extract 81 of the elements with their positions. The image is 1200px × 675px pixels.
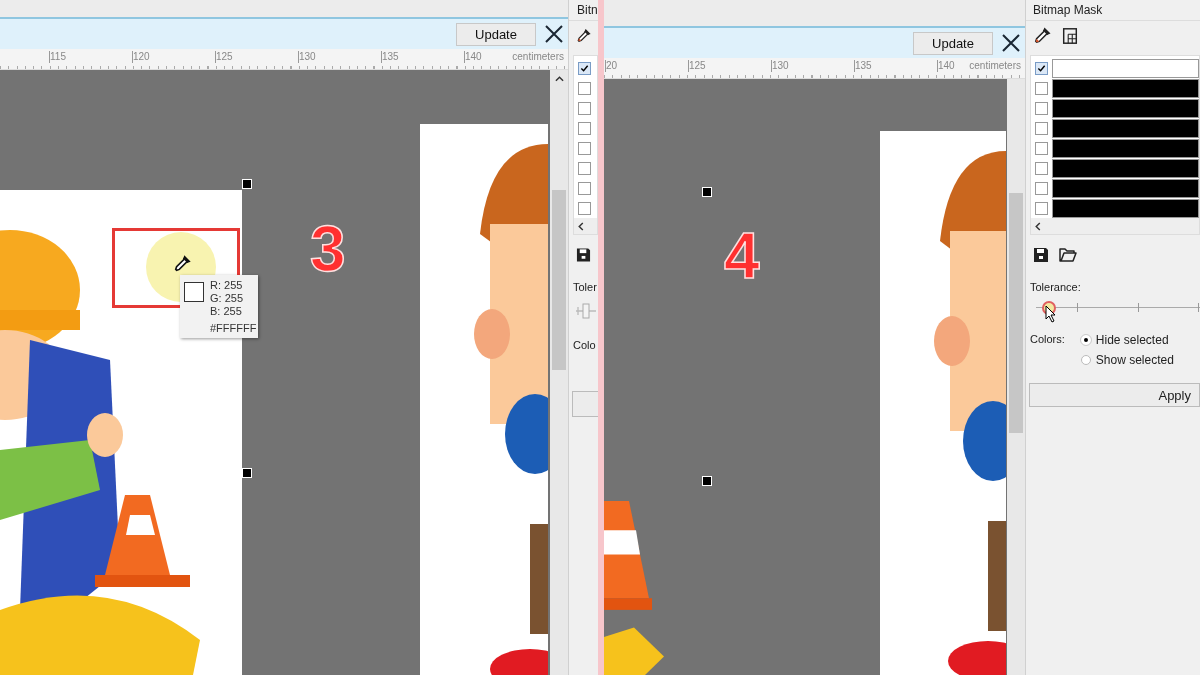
scrollbar-thumb[interactable] bbox=[552, 190, 566, 370]
selection-handle[interactable] bbox=[702, 476, 712, 486]
tolerance-label: Tolerance: bbox=[1029, 280, 1082, 295]
ruler-label: 20 bbox=[605, 60, 618, 72]
step-number: 4 bbox=[724, 219, 760, 293]
horizontal-scrollbar[interactable] bbox=[1031, 218, 1199, 234]
apply-button[interactable]: Apply bbox=[1029, 383, 1200, 407]
vertical-scrollbar[interactable] bbox=[1007, 79, 1025, 675]
checkbox[interactable] bbox=[1035, 201, 1048, 215]
horizontal-scrollbar[interactable] bbox=[574, 218, 597, 234]
checkbox[interactable] bbox=[1035, 81, 1048, 95]
ruler-unit: centimeters bbox=[969, 60, 1021, 71]
selection-handle[interactable] bbox=[242, 179, 252, 189]
colors-label: Colors: bbox=[1030, 333, 1065, 347]
tolerance-label: Toler bbox=[572, 280, 598, 295]
hex-value: #FFFFFF bbox=[209, 322, 254, 334]
ruler-label: 135 bbox=[854, 60, 872, 72]
colors-label: Colo bbox=[573, 339, 596, 351]
eyedropper-icon[interactable] bbox=[576, 27, 591, 45]
checkbox[interactable] bbox=[578, 161, 591, 175]
color-swatch[interactable] bbox=[1052, 178, 1199, 198]
checkbox[interactable] bbox=[578, 141, 591, 155]
ruler-label: 135 bbox=[381, 51, 399, 63]
checkbox[interactable] bbox=[1035, 141, 1048, 155]
checkbox[interactable] bbox=[578, 81, 591, 95]
ruler-label: 125 bbox=[215, 51, 233, 63]
mouse-pointer-icon bbox=[1045, 305, 1058, 323]
color-swatch[interactable] bbox=[1052, 78, 1199, 98]
ruler-label: 140 bbox=[464, 51, 482, 63]
checkbox[interactable] bbox=[578, 101, 591, 115]
color-swatch[interactable] bbox=[1052, 138, 1199, 158]
ruler-unit: centimeters bbox=[512, 51, 564, 62]
update-button[interactable]: Update bbox=[456, 22, 536, 46]
ruler-label: 140 bbox=[937, 60, 955, 72]
checkbox[interactable] bbox=[578, 61, 591, 75]
selection-handle[interactable] bbox=[242, 468, 252, 478]
folder-icon[interactable] bbox=[1059, 247, 1077, 263]
slider-icon[interactable] bbox=[575, 301, 597, 321]
scroll-left-icon[interactable] bbox=[578, 221, 584, 231]
color-swatch[interactable] bbox=[1052, 58, 1199, 78]
ruler-label: 130 bbox=[298, 51, 316, 63]
option-label: Hide selected bbox=[1095, 333, 1169, 347]
radio-button[interactable] bbox=[1080, 355, 1091, 365]
radio-option[interactable]: Show selected bbox=[1080, 353, 1174, 367]
ruler-label: 125 bbox=[688, 60, 706, 72]
ruler-label: 130 bbox=[771, 60, 789, 72]
save-icon[interactable] bbox=[1033, 247, 1049, 263]
scrollbar-thumb[interactable] bbox=[1009, 193, 1023, 433]
rgb-value: R: 255 bbox=[210, 279, 244, 292]
checkbox[interactable] bbox=[578, 201, 591, 215]
checkbox[interactable] bbox=[578, 121, 591, 135]
docker-title: Bitmap Mask bbox=[1026, 0, 1200, 21]
color-swatch[interactable] bbox=[1052, 118, 1199, 138]
color-swatch[interactable] bbox=[1052, 198, 1199, 218]
checkbox[interactable] bbox=[578, 181, 591, 195]
mask-grid-icon[interactable] bbox=[1061, 27, 1079, 45]
ruler-label: 120 bbox=[132, 51, 150, 63]
eyedropper-cursor-icon bbox=[173, 255, 191, 273]
checkbox[interactable] bbox=[1035, 161, 1048, 175]
rgb-value: B: 255 bbox=[210, 305, 243, 318]
rgb-value: G: 255 bbox=[210, 292, 244, 305]
selection-handle[interactable] bbox=[702, 187, 712, 197]
color-swatch bbox=[184, 282, 204, 302]
checkbox[interactable] bbox=[1035, 101, 1048, 115]
option-label: Show selected bbox=[1095, 353, 1174, 367]
checkbox[interactable] bbox=[1035, 61, 1048, 75]
color-swatch[interactable] bbox=[1052, 158, 1199, 178]
step-number: 3 bbox=[310, 212, 346, 286]
save-icon[interactable] bbox=[576, 247, 591, 263]
color-swatch[interactable] bbox=[1052, 98, 1199, 118]
checkbox[interactable] bbox=[1035, 181, 1048, 195]
close-icon[interactable] bbox=[544, 24, 564, 44]
checkbox[interactable] bbox=[1035, 121, 1048, 135]
radio-option[interactable]: Hide selected bbox=[1080, 333, 1174, 347]
ruler-label: 115 bbox=[49, 51, 66, 63]
eyedropper-icon[interactable] bbox=[1033, 27, 1051, 45]
scroll-left-icon[interactable] bbox=[1035, 221, 1041, 231]
vertical-scrollbar[interactable] bbox=[550, 70, 568, 675]
update-button[interactable]: Update bbox=[913, 31, 993, 55]
scroll-up-icon[interactable] bbox=[554, 76, 564, 82]
close-icon[interactable] bbox=[1001, 33, 1021, 53]
